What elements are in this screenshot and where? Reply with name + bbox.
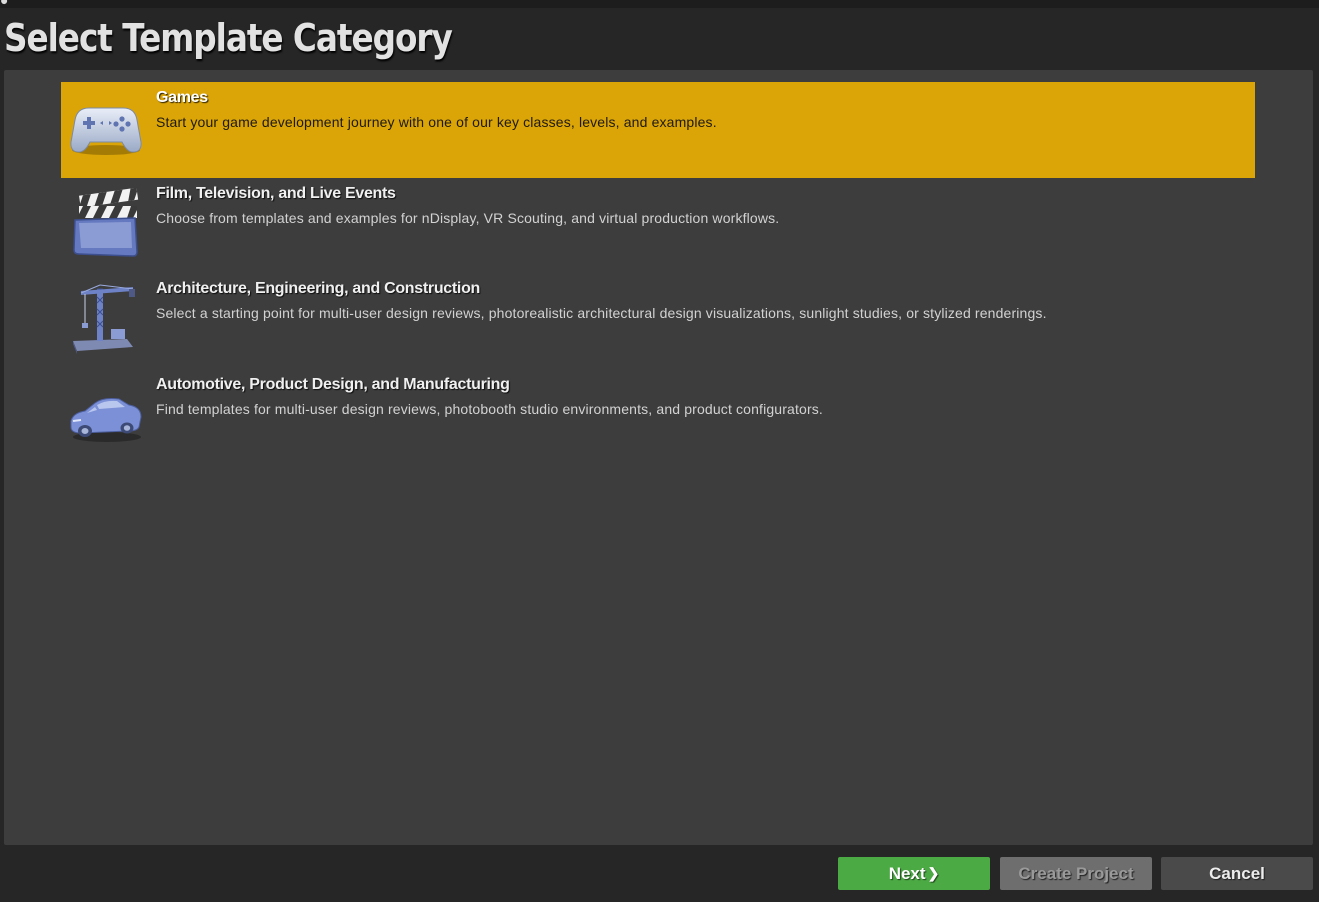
category-title: Architecture, Engineering, and Construct… xyxy=(156,280,481,297)
car-icon xyxy=(70,397,142,442)
chevron-right-icon: ❯ xyxy=(927,865,940,881)
category-title: Film, Television, and Live Events xyxy=(156,184,396,202)
category-description: Choose from templates and examples for n… xyxy=(156,209,780,226)
category-item-games[interactable]: Games Start your game development journe… xyxy=(61,82,1255,178)
next-label: Next xyxy=(888,864,926,883)
title-bar: ● xyxy=(0,0,1319,8)
category-description: Find templates for multi-user design rev… xyxy=(156,400,823,417)
template-dialog: ● Select Template Category Games Start y… xyxy=(0,0,1319,902)
page-title: Select Template Category xyxy=(4,16,453,60)
cancel-button[interactable]: Cancel xyxy=(1161,857,1313,890)
category-description: Select a starting point for multi-user d… xyxy=(156,305,1047,321)
category-panel: Games Start your game development journe… xyxy=(4,70,1313,845)
category-item-automotive[interactable]: Automotive, Product Design, and Manufact… xyxy=(61,369,1255,465)
category-title: Automotive, Product Design, and Manufact… xyxy=(156,375,510,393)
crane-icon xyxy=(73,284,135,354)
next-button[interactable]: Next ❯ xyxy=(838,857,990,890)
clapperboard-icon xyxy=(73,187,139,257)
category-description: Start your game development journey with… xyxy=(156,114,717,130)
category-item-film[interactable]: Film, Television, and Live Events Choose… xyxy=(61,178,1255,274)
gamepad-icon xyxy=(70,107,142,155)
app-icon: ● xyxy=(0,0,9,8)
create-project-button[interactable]: Create Project xyxy=(1000,857,1152,890)
category-item-architecture[interactable]: Architecture, Engineering, and Construct… xyxy=(61,273,1255,369)
category-list: Games Start your game development journe… xyxy=(61,82,1255,464)
category-title: Games xyxy=(156,89,208,106)
